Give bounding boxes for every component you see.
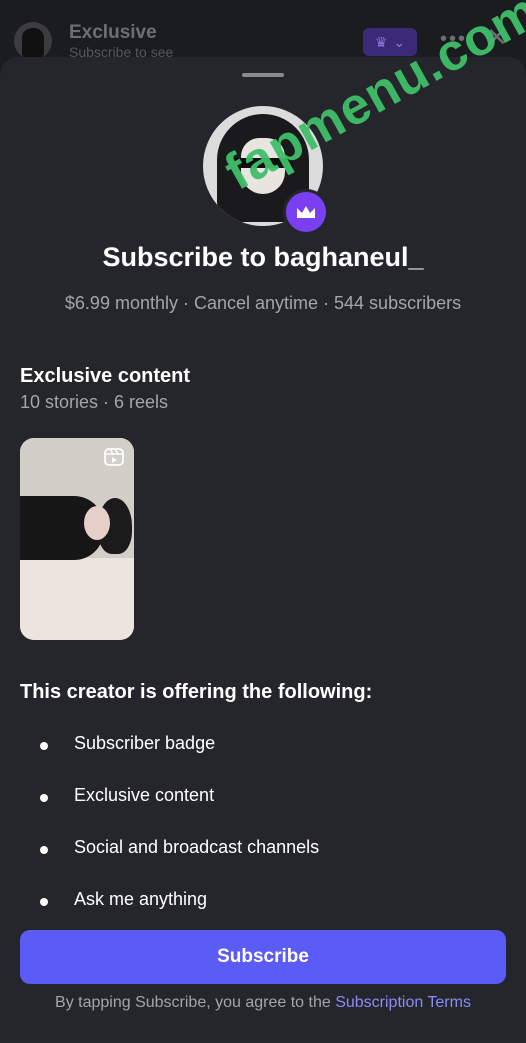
subscribe-sheet: Subscribe to baghaneul_ $6.99 monthly · … [0, 57, 526, 1043]
sheet-grabber[interactable] [242, 73, 284, 77]
terms-prefix: By tapping Subscribe, you agree to the [55, 994, 336, 1011]
bullet [40, 742, 48, 750]
terms-text: By tapping Subscribe, you agree to the S… [0, 994, 526, 1012]
crown-icon [283, 189, 329, 235]
bullet [40, 794, 48, 802]
offer-item-label: Exclusive content [74, 785, 215, 805]
crown-icon: ♛ [374, 33, 388, 50]
subscribe-button[interactable]: Subscribe [20, 930, 506, 984]
offer-item: Social and broadcast channels [40, 837, 500, 863]
exclusive-content-title: Exclusive content [20, 365, 191, 387]
reel-thumbnail[interactable] [20, 438, 134, 640]
reels-icon [104, 448, 124, 466]
offer-title: This creator is offering the following: [20, 681, 373, 703]
offer-item: Exclusive content [40, 785, 500, 811]
subscription-meta: $6.99 monthly · Cancel anytime · 544 sub… [64, 293, 462, 313]
subscription-terms-link[interactable]: Subscription Terms [335, 994, 471, 1011]
offer-item: Subscriber badge [40, 733, 500, 759]
sheet-title: Subscribe to baghaneul_ [102, 242, 424, 272]
exclusive-content-counts: 10 stories · 6 reels [20, 392, 169, 412]
header-avatar[interactable] [14, 22, 52, 60]
offer-item-label: Ask me anything [74, 889, 208, 909]
offer-item-label: Subscriber badge [74, 733, 216, 753]
bullet [40, 846, 48, 854]
offer-item-label: Social and broadcast channels [74, 837, 320, 857]
offer-item: Ask me anything [40, 889, 500, 915]
bullet [40, 898, 48, 906]
header-title: Exclusive [69, 22, 157, 43]
